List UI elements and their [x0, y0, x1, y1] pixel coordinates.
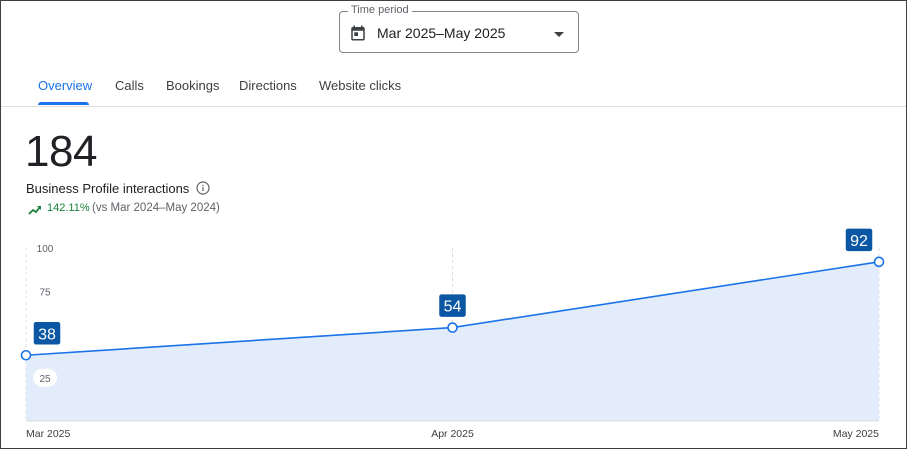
data-point — [20, 349, 32, 361]
y-tick-label: 25 — [39, 374, 51, 385]
x-tick-label: Mar 2025 — [26, 428, 71, 440]
y-tick-label: 75 — [39, 287, 51, 298]
data-label: 54 — [444, 299, 462, 316]
data-label: 38 — [38, 326, 56, 343]
x-tick-label: May 2025 — [833, 428, 879, 440]
y-tick-label: 100 — [37, 244, 54, 255]
x-tick-label: Apr 2025 — [431, 428, 474, 440]
data-point — [447, 322, 458, 333]
performance-panel: Time period Mar 2025–May 2025 Overview C… — [0, 0, 907, 449]
data-label: 92 — [850, 233, 868, 250]
data-point — [873, 256, 885, 268]
interactions-chart: 100 75 25 Mar 2025 Apr 2025 May 2025 38 54 92 — [20, 227, 885, 440]
